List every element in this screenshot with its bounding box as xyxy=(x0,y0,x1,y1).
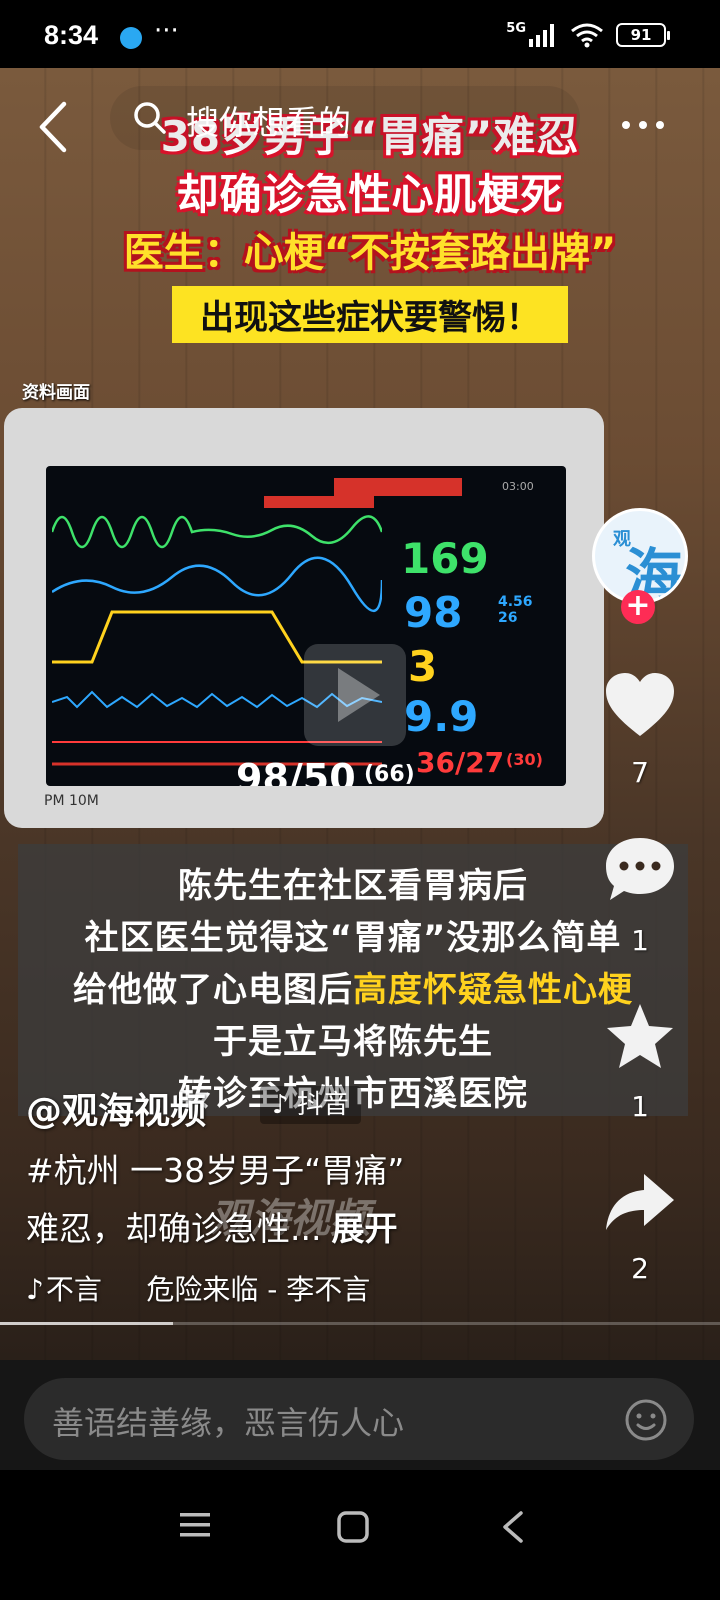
favorite-button[interactable] xyxy=(600,1002,680,1074)
resp-value: 3 xyxy=(408,642,438,691)
abp-value: 36/27 xyxy=(416,746,505,779)
music-note-icon: ♪ xyxy=(26,1273,44,1306)
favorite-count: 1 xyxy=(631,1090,649,1123)
comment-button[interactable] xyxy=(600,836,680,906)
patient-monitor: 03:00 169 98 4.56 26 3 9.9 36/27 (30) 98/… xyxy=(4,408,604,828)
music-title: 危险来临 - 李不言 xyxy=(146,1273,371,1306)
comment-count: 1 xyxy=(631,924,649,957)
share-count: 2 xyxy=(631,1252,649,1285)
abp-mean-value: (30) xyxy=(506,750,543,769)
headline-line-2: 却确诊急性心肌梗死 xyxy=(176,170,564,219)
nav-back-button[interactable] xyxy=(500,1510,526,1544)
douyin-icon: ♪ xyxy=(272,1090,289,1120)
battery-indicator: 91 xyxy=(616,23,670,47)
music-info[interactable]: ♪不言 危险来临 - 李不言 xyxy=(26,1268,370,1308)
home-button[interactable] xyxy=(336,1510,370,1544)
heart-icon xyxy=(606,673,674,736)
subtitle-box: 陈先生在社区看胃病后 社区医生觉得这“胃痛”没那么简单 给他做了心电图后高度怀疑… xyxy=(18,844,688,1116)
video-progress-fill xyxy=(0,1322,173,1325)
signal-icon xyxy=(529,24,554,47)
status-right-group: 5G 91 xyxy=(506,20,670,50)
platform-tag: ♪ 抖音 xyxy=(260,1086,361,1124)
search-placeholder: 搜你想看的 xyxy=(186,103,351,142)
wifi-icon xyxy=(571,23,603,48)
status-bar: 8:34 ··· 5G 91 xyxy=(0,0,720,68)
back-button[interactable] xyxy=(36,100,70,154)
subtitle-line-2: 社区医生觉得这“胃痛”没那么简单 xyxy=(84,918,622,958)
spo2-value: 98 xyxy=(404,588,463,637)
monitor-bottom-label: PM 10M xyxy=(44,793,99,809)
comment-bar: 善语结善缘，恶言伤人心 xyxy=(0,1360,720,1470)
comment-placeholder: 善语结善缘，恶言伤人心 xyxy=(52,1404,405,1442)
subtitle-line-3: 给他做了心电图后高度怀疑急性心梗 xyxy=(73,970,633,1010)
subtitle-line-4: 于是立马将陈先生 xyxy=(213,1022,493,1062)
network-type-label: 5G xyxy=(506,20,526,36)
headline-line-4: 出现这些症状要警惕！ xyxy=(172,286,568,343)
more-options-button[interactable] xyxy=(620,104,666,139)
emoji-icon[interactable] xyxy=(624,1398,668,1442)
heart-rate-value: 169 xyxy=(401,534,489,583)
author-name[interactable]: @观海视频 xyxy=(26,1082,206,1134)
status-more-icon: ··· xyxy=(154,16,179,46)
monitor-timestamp: 03:00 xyxy=(502,480,534,493)
source-label: 资料画面 xyxy=(22,383,90,403)
alarm-bar xyxy=(334,478,462,496)
recent-apps-button[interactable] xyxy=(178,1510,212,1540)
expand-button[interactable]: 展开 xyxy=(331,1209,397,1248)
music-author: 不言 xyxy=(45,1273,102,1306)
app-notification-icon xyxy=(120,27,142,49)
like-count: 7 xyxy=(631,756,649,789)
description-line-1: #杭州 一38岁男子“胃痛” xyxy=(26,1151,405,1190)
system-nav-bar xyxy=(0,1470,720,1600)
nibp-value: 98/50 xyxy=(236,756,356,786)
search-input[interactable]: 搜你想看的 xyxy=(110,86,580,150)
share-icon xyxy=(606,1174,674,1230)
subtitle-highlight: 高度怀疑急性心梗 xyxy=(353,970,633,1010)
play-icon xyxy=(304,644,406,746)
etco2-value: 9.9 xyxy=(404,692,479,741)
share-button[interactable] xyxy=(600,1172,680,1238)
comment-input[interactable]: 善语结善缘，恶言伤人心 xyxy=(24,1378,694,1460)
status-time: 8:34 xyxy=(44,20,99,50)
comment-icon xyxy=(606,838,674,900)
star-icon xyxy=(607,1004,673,1068)
search-icon xyxy=(134,102,166,134)
subtitle-line-1: 陈先生在社区看胃病后 xyxy=(178,866,528,906)
headline-line-3: 医生：心梗“不按套路出牌” xyxy=(123,230,617,276)
video-progress-bar[interactable] xyxy=(0,1322,720,1325)
like-button[interactable] xyxy=(600,672,680,742)
spo2-side-values: 4.56 26 xyxy=(498,594,533,626)
follow-button[interactable]: + xyxy=(621,590,655,624)
nibp-mean-value: (66) xyxy=(364,762,415,786)
description-line-2: 难忍，却确诊急性... 展开 xyxy=(26,1209,398,1248)
more-icon xyxy=(622,121,664,129)
